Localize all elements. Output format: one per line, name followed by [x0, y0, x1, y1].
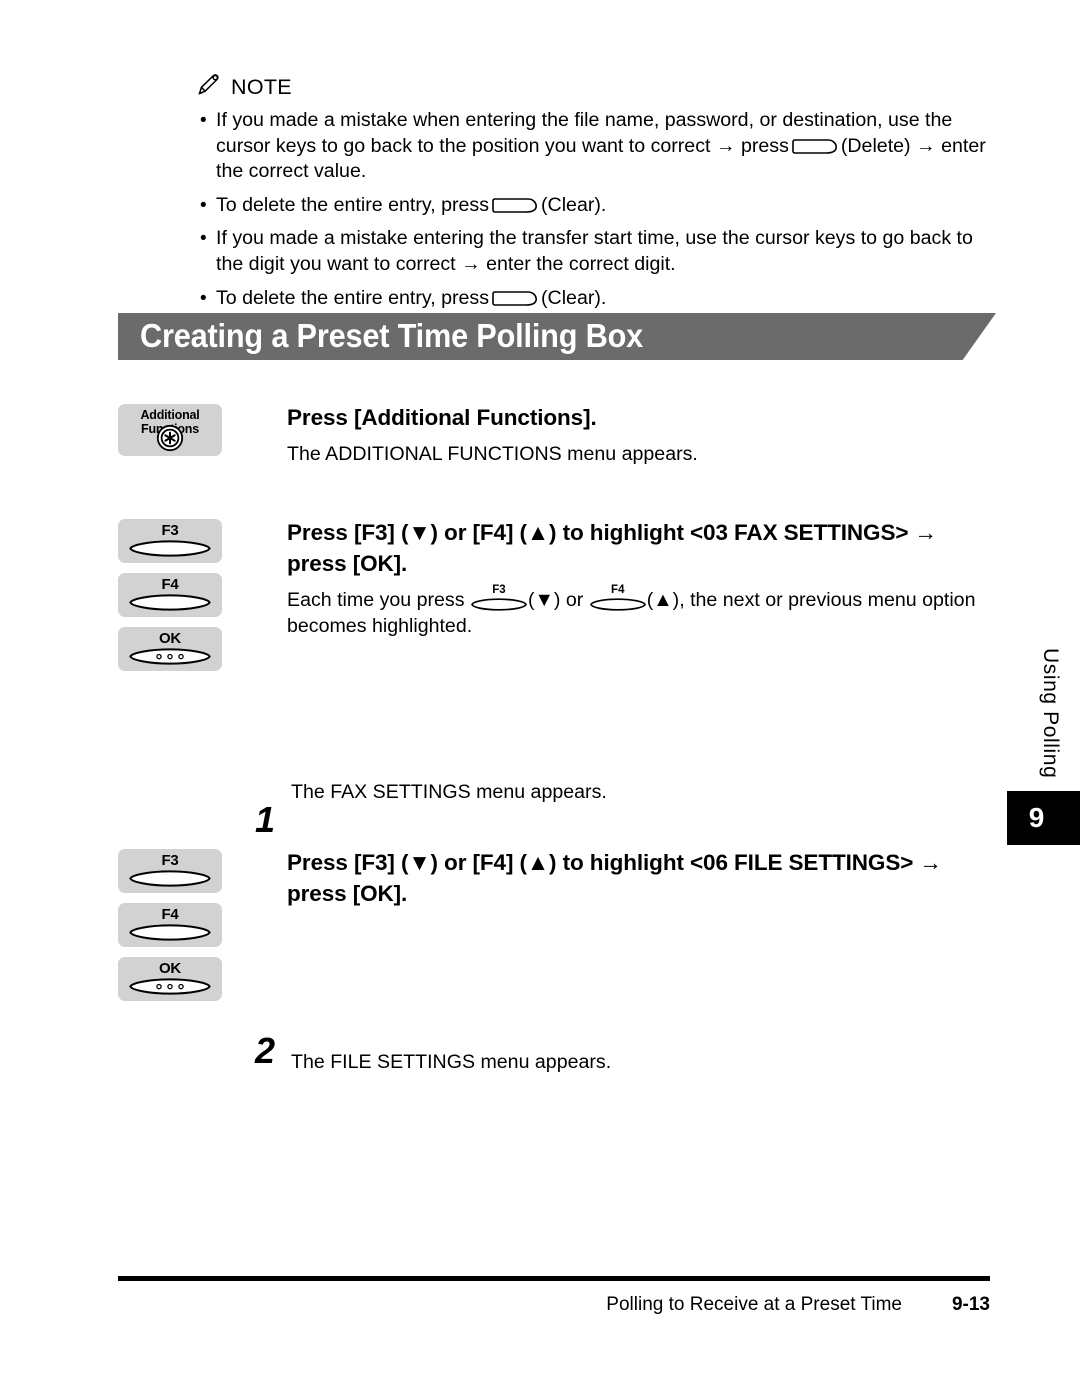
key-label: F3 — [492, 584, 506, 596]
chapter-number-tab: 9 — [1007, 791, 1080, 845]
note-label: NOTE — [231, 74, 292, 99]
lens-shape-icon — [589, 598, 646, 611]
f3-inline-key-icon: F3 — [471, 584, 527, 612]
key-label: F3 — [161, 522, 179, 539]
page-footer: Polling to Receive at a Preset Time 9-13 — [118, 1294, 990, 1316]
footer-page-number: 9-13 — [951, 1294, 990, 1315]
key-label: F4 — [161, 906, 179, 923]
asterisk-circle-icon — [156, 424, 184, 452]
note-key-caption-2: (Clear). — [541, 193, 607, 216]
step-2-result-mid: or — [565, 589, 584, 611]
lens-shape-dots-icon — [129, 978, 211, 995]
arrow-icon: → — [461, 252, 481, 275]
step-1-key-column: Additional Functions — [118, 402, 226, 468]
pencil-icon — [196, 72, 222, 103]
step-2-k1-caption: (▼) — [527, 589, 561, 611]
note-text-4a: To delete the entire entry, press — [216, 286, 490, 309]
lens-shape-icon — [129, 540, 211, 557]
step-1: Additional Functions 1 Press [Additi — [118, 402, 998, 838]
note-header: NOTE — [196, 72, 996, 102]
note-list: • If you made a mistake when entering th… — [196, 108, 996, 311]
note-text-press: press — [740, 134, 789, 157]
arrow-icon: → — [715, 134, 736, 157]
footer-section-title: Polling to Receive at a Preset Time — [606, 1294, 902, 1315]
lens-shape-icon — [471, 598, 527, 611]
step-1-result: The ADDITIONAL FUNCTIONS menu appears. — [287, 443, 698, 465]
step-3: F3 F4 OK Press [F3] (▼) or [F4] (▲) to h… — [118, 847, 998, 1001]
chapter-number: 9 — [1028, 802, 1045, 833]
note-key-caption-1: (Delete) — [840, 134, 911, 157]
bullet-icon: • — [200, 194, 207, 216]
step-2-number: 2 — [255, 1030, 276, 1071]
section-banner: Creating a Preset Time Polling Box — [118, 313, 996, 360]
footer-divider — [118, 1276, 990, 1281]
step-1-number: 1 — [255, 799, 276, 840]
clear-key-icon — [492, 197, 538, 214]
arrow-icon: → — [916, 134, 936, 157]
step-3-key-column: F3 F4 OK — [118, 847, 226, 1001]
key-label: F4 — [611, 584, 625, 596]
key-label: F3 — [161, 852, 179, 869]
f4-key-icon: F4 — [118, 573, 222, 617]
key-label: F4 — [161, 576, 179, 593]
chapter-title-vertical: Using Polling — [1039, 648, 1062, 779]
step-2-result: Each time you press F3 (▼) or F4 (▲), th… — [287, 584, 987, 639]
ok-key-icon: OK — [118, 957, 222, 1001]
note-key-caption-4: (Clear). — [541, 286, 607, 309]
fax-settings-result-text: The FAX SETTINGS menu appears. — [291, 781, 607, 803]
f3-key-icon: F3 — [118, 519, 222, 563]
delete-key-icon — [792, 138, 838, 155]
note-block: NOTE • If you made a mistake when enteri… — [196, 72, 996, 319]
step-3-title: Press [F3] (▼) or [F4] (▲) to highlight … — [287, 850, 942, 906]
step-2-result-pre: Each time you press — [287, 589, 465, 611]
note-item: • To delete the entire entry, press (Cle… — [196, 286, 996, 312]
bullet-icon: • — [200, 110, 207, 131]
bullet-icon: • — [200, 228, 207, 250]
step-3-body: Press [F3] (▼) or [F4] (▲) to highlight … — [226, 847, 998, 1001]
fax-settings-result: The FAX SETTINGS menu appears. — [291, 780, 607, 806]
file-settings-result-text: The FILE SETTINGS menu appears. — [291, 1051, 612, 1073]
note-item: • If you made a mistake entering the tra… — [196, 226, 996, 277]
lens-shape-dots-icon — [129, 648, 211, 665]
lens-shape-icon — [129, 870, 211, 887]
f3-key-icon: F3 — [118, 849, 222, 893]
note-item: • If you made a mistake when entering th… — [196, 108, 996, 185]
f4-key-icon: F4 — [118, 903, 222, 947]
step-2-title: Press [F3] (▼) or [F4] (▲) to highlight … — [287, 520, 937, 576]
key-label: OK — [158, 630, 182, 647]
f4-inline-key-icon: F4 — [589, 584, 646, 612]
file-settings-result: The FILE SETTINGS menu appears. — [291, 1050, 611, 1076]
page-title: Creating a Preset Time Polling Box — [140, 317, 681, 355]
ok-key-icon: OK — [118, 627, 222, 671]
key-label: OK — [158, 960, 182, 977]
note-item: • To delete the entire entry, press (Cle… — [196, 193, 996, 219]
document-page: NOTE • If you made a mistake when enteri… — [0, 0, 1080, 1388]
step-2: F3 F4 OK 2 Press [F3] (▼) or [F4] (▲) to… — [118, 517, 998, 1069]
bullet-icon: • — [200, 287, 207, 309]
lens-shape-icon — [129, 594, 211, 611]
step-1-title: Press [Additional Functions]. — [287, 405, 597, 430]
lens-shape-icon — [129, 924, 211, 941]
page-title-text: Creating a Preset Time Polling Box — [140, 316, 644, 354]
note-text-2a: To delete the entire entry, press — [216, 193, 490, 216]
step-1-body: Press [Additional Functions]. The ADDITI… — [226, 402, 998, 468]
step-2-key-column: F3 F4 OK — [118, 517, 226, 671]
note-text-3b: enter the correct digit. — [486, 252, 676, 275]
clear-key-icon — [492, 290, 538, 307]
additional-functions-key-icon: Additional Functions — [118, 404, 222, 456]
step-2-body: Press [F3] (▼) or [F4] (▲) to highlight … — [226, 517, 998, 671]
